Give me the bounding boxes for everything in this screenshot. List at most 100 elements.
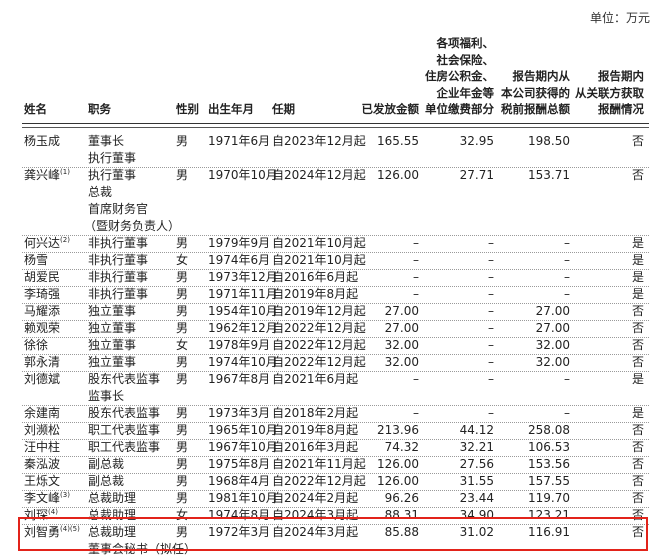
cell-welfare: 31.55: [459, 474, 494, 488]
cell-term: 自2018年2月起: [272, 406, 359, 420]
cell-birth: 1970年10月: [208, 168, 278, 182]
cell-name: 王烁文: [24, 474, 61, 488]
header-birth: 出生年月: [208, 102, 254, 116]
cell-paid: 126.00: [377, 474, 419, 488]
header-term: 任期: [272, 102, 295, 116]
cell-related: 是: [631, 287, 644, 301]
cell-total: 27.00: [535, 304, 570, 318]
cell-name: 龚兴峰(1): [24, 168, 70, 182]
cell-position: 非执行董事: [88, 236, 149, 250]
cell-paid: 126.00: [377, 457, 419, 471]
cell-related: 否: [631, 355, 644, 369]
cell-name-note: (1): [60, 168, 70, 176]
table-row: 秦泓波 副总裁 男 1975年8月 自2021年11月起 126.00 27.56 153.5…: [0, 456, 660, 473]
cell-total: –: [564, 253, 570, 267]
cell-birth: 1971年6月: [208, 134, 271, 148]
cell-position: 职工代表监事: [88, 440, 161, 454]
cell-gender: 男: [176, 491, 189, 505]
cell-name: 马耀添: [24, 304, 61, 318]
cell-position: 独立董事: [88, 321, 137, 335]
cell-birth: 1973年3月: [208, 406, 271, 420]
cell-birth: 1971年11月: [208, 287, 278, 301]
cell-birth: 1954年10月: [208, 304, 278, 318]
table-row: 刘濒松 职工代表监事 男 1965年10月 自2019年8月起 213.96 44.12 25…: [0, 422, 660, 439]
cell-welfare: –: [488, 287, 494, 301]
cell-total: 27.00: [535, 321, 570, 335]
cell-paid: 32.00: [384, 355, 419, 369]
cell-total: 119.70: [528, 491, 570, 505]
cell-position: 执行董事 总裁 首席财务官 （暨财务负责人）: [84, 168, 181, 233]
cell-total: –: [564, 287, 570, 301]
cell-related: 否: [631, 168, 644, 182]
cell-name: 杨玉成: [24, 134, 61, 148]
cell-paid: –: [413, 270, 419, 284]
cell-term: 自2022年12月起: [272, 321, 366, 335]
cell-gender: 男: [176, 134, 189, 148]
cell-birth: 1968年4月: [208, 474, 271, 488]
cell-paid: 74.32: [384, 440, 419, 454]
cell-total: –: [564, 406, 570, 420]
table-row: 汪中柱 职工代表监事 男 1967年10月 自2016年3月起 74.32 32.21 106…: [0, 439, 660, 456]
cell-related: 否: [631, 134, 644, 148]
cell-related: 否: [631, 491, 644, 505]
cell-term: 自2021年6月起: [272, 372, 359, 386]
cell-total: –: [564, 270, 570, 284]
cell-related: 否: [631, 338, 644, 352]
cell-position: 非执行董事: [88, 287, 149, 301]
cell-name: 徐徐: [24, 338, 49, 352]
cell-welfare: –: [488, 270, 494, 284]
cell-gender: 男: [176, 287, 189, 301]
cell-related: 否: [631, 321, 644, 335]
cell-total: 198.50: [528, 134, 570, 148]
cell-name-note: (3): [60, 491, 70, 499]
table-row: 马耀添 独立董事 男 1954年10月 自2019年12月起 27.00 – 27.00 否: [0, 303, 660, 320]
cell-total: 157.55: [528, 474, 570, 488]
cell-gender: 男: [176, 440, 189, 454]
cell-position: 总裁助理: [88, 491, 137, 505]
table-row: 余建南 股东代表监事 男 1973年3月 自2018年2月起 – – – 是: [0, 405, 660, 422]
cell-birth: 1978年9月: [208, 338, 271, 352]
cell-total: 32.00: [535, 338, 570, 352]
cell-birth: 1973年12月: [208, 270, 278, 284]
cell-welfare: –: [488, 253, 494, 267]
cell-gender: 男: [176, 406, 189, 420]
header-rule-bottom: [22, 127, 649, 128]
cell-term: 自2021年11月起: [272, 457, 366, 471]
cell-name: 汪中柱: [24, 440, 61, 454]
cell-paid: –: [413, 253, 419, 267]
cell-total: –: [564, 372, 570, 386]
header-paid: 已发放金额: [361, 102, 420, 116]
table-row: 李琦强 非执行董事 男 1971年11月 自2019年8月起 – – – 是: [0, 286, 660, 303]
table-row: 胡爱民 非执行董事 男 1973年12月 自2016年6月起 – – – 是: [0, 269, 660, 286]
cell-name: 李琦强: [24, 287, 61, 301]
cell-position: 副总裁: [88, 457, 125, 471]
cell-welfare: –: [488, 355, 494, 369]
cell-gender: 男: [176, 372, 189, 386]
cell-gender: 男: [176, 355, 189, 369]
cell-welfare: –: [488, 321, 494, 335]
cell-total: –: [564, 236, 570, 250]
cell-birth: 1962年12月: [208, 321, 278, 335]
cell-birth: 1979年9月: [208, 236, 271, 250]
cell-total: 106.53: [528, 440, 570, 454]
cell-name-note: (4): [48, 508, 58, 516]
unit-label: 单位：万元: [589, 11, 650, 25]
cell-position: 独立董事: [88, 338, 137, 352]
cell-gender: 男: [176, 474, 189, 488]
cell-birth: 1967年10月: [208, 440, 278, 454]
cell-paid: 126.00: [377, 168, 419, 182]
cell-term: 自2016年3月起: [272, 440, 359, 454]
cell-position: 职工代表监事: [88, 423, 161, 437]
cell-term: 自2021年10月起: [272, 253, 366, 267]
cell-paid: 32.00: [384, 338, 419, 352]
cell-name: 赖观荣: [24, 321, 61, 335]
cell-term: 自2024年12月起: [272, 168, 366, 182]
cell-position: 股东代表监事 监事长: [88, 372, 161, 403]
cell-related: 否: [631, 457, 644, 471]
cell-gender: 男: [176, 168, 189, 182]
cell-welfare: 27.56: [459, 457, 494, 471]
cell-related: 是: [631, 406, 644, 420]
cell-total: 153.71: [528, 168, 570, 182]
cell-related: 是: [631, 372, 644, 386]
cell-welfare: –: [488, 236, 494, 250]
